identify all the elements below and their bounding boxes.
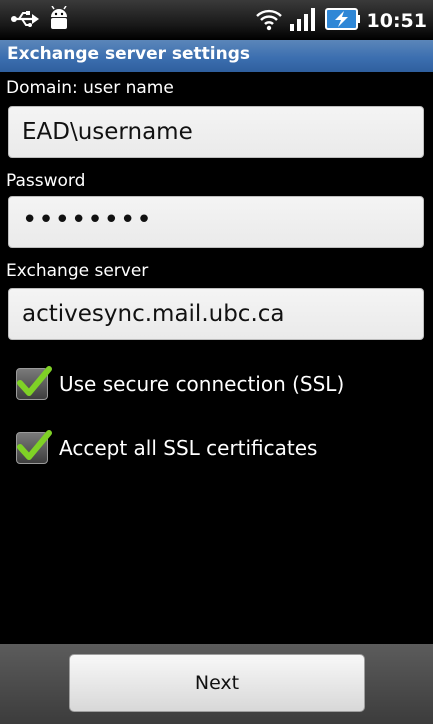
status-clock: 10:51 <box>366 10 427 32</box>
usb-icon <box>10 8 40 34</box>
accept-certs-option[interactable]: Accept all SSL certificates <box>16 430 318 464</box>
domain-username-label: Domain: user name <box>6 78 174 98</box>
wifi-icon <box>255 7 283 35</box>
domain-username-input[interactable]: EAD\username <box>8 106 424 158</box>
next-button[interactable]: Next <box>69 654 365 712</box>
status-right-icons: 10:51 <box>255 6 427 36</box>
title-bar: Exchange server settings <box>0 40 433 72</box>
checkmark-icon <box>17 366 52 396</box>
password-label: Password <box>6 171 86 191</box>
use-ssl-checkbox[interactable] <box>16 366 52 400</box>
bottom-bar: Next <box>0 644 433 724</box>
use-ssl-label: Use secure connection (SSL) <box>59 372 345 396</box>
checkmark-icon <box>17 430 52 460</box>
accept-certs-label: Accept all SSL certificates <box>59 436 318 460</box>
battery-charging-icon <box>324 7 361 35</box>
exchange-server-input[interactable]: activesync.mail.ubc.ca <box>8 288 424 340</box>
password-input[interactable]: •••••••• <box>8 196 424 248</box>
page-title: Exchange server settings <box>7 44 251 64</box>
status-left-icons <box>10 5 70 36</box>
exchange-server-label: Exchange server <box>6 261 149 281</box>
accept-certs-checkbox[interactable] <box>16 430 52 464</box>
status-bar: 10:51 <box>0 0 433 40</box>
android-debug-icon <box>48 5 70 36</box>
use-ssl-option[interactable]: Use secure connection (SSL) <box>16 366 345 400</box>
signal-icon <box>289 6 319 36</box>
